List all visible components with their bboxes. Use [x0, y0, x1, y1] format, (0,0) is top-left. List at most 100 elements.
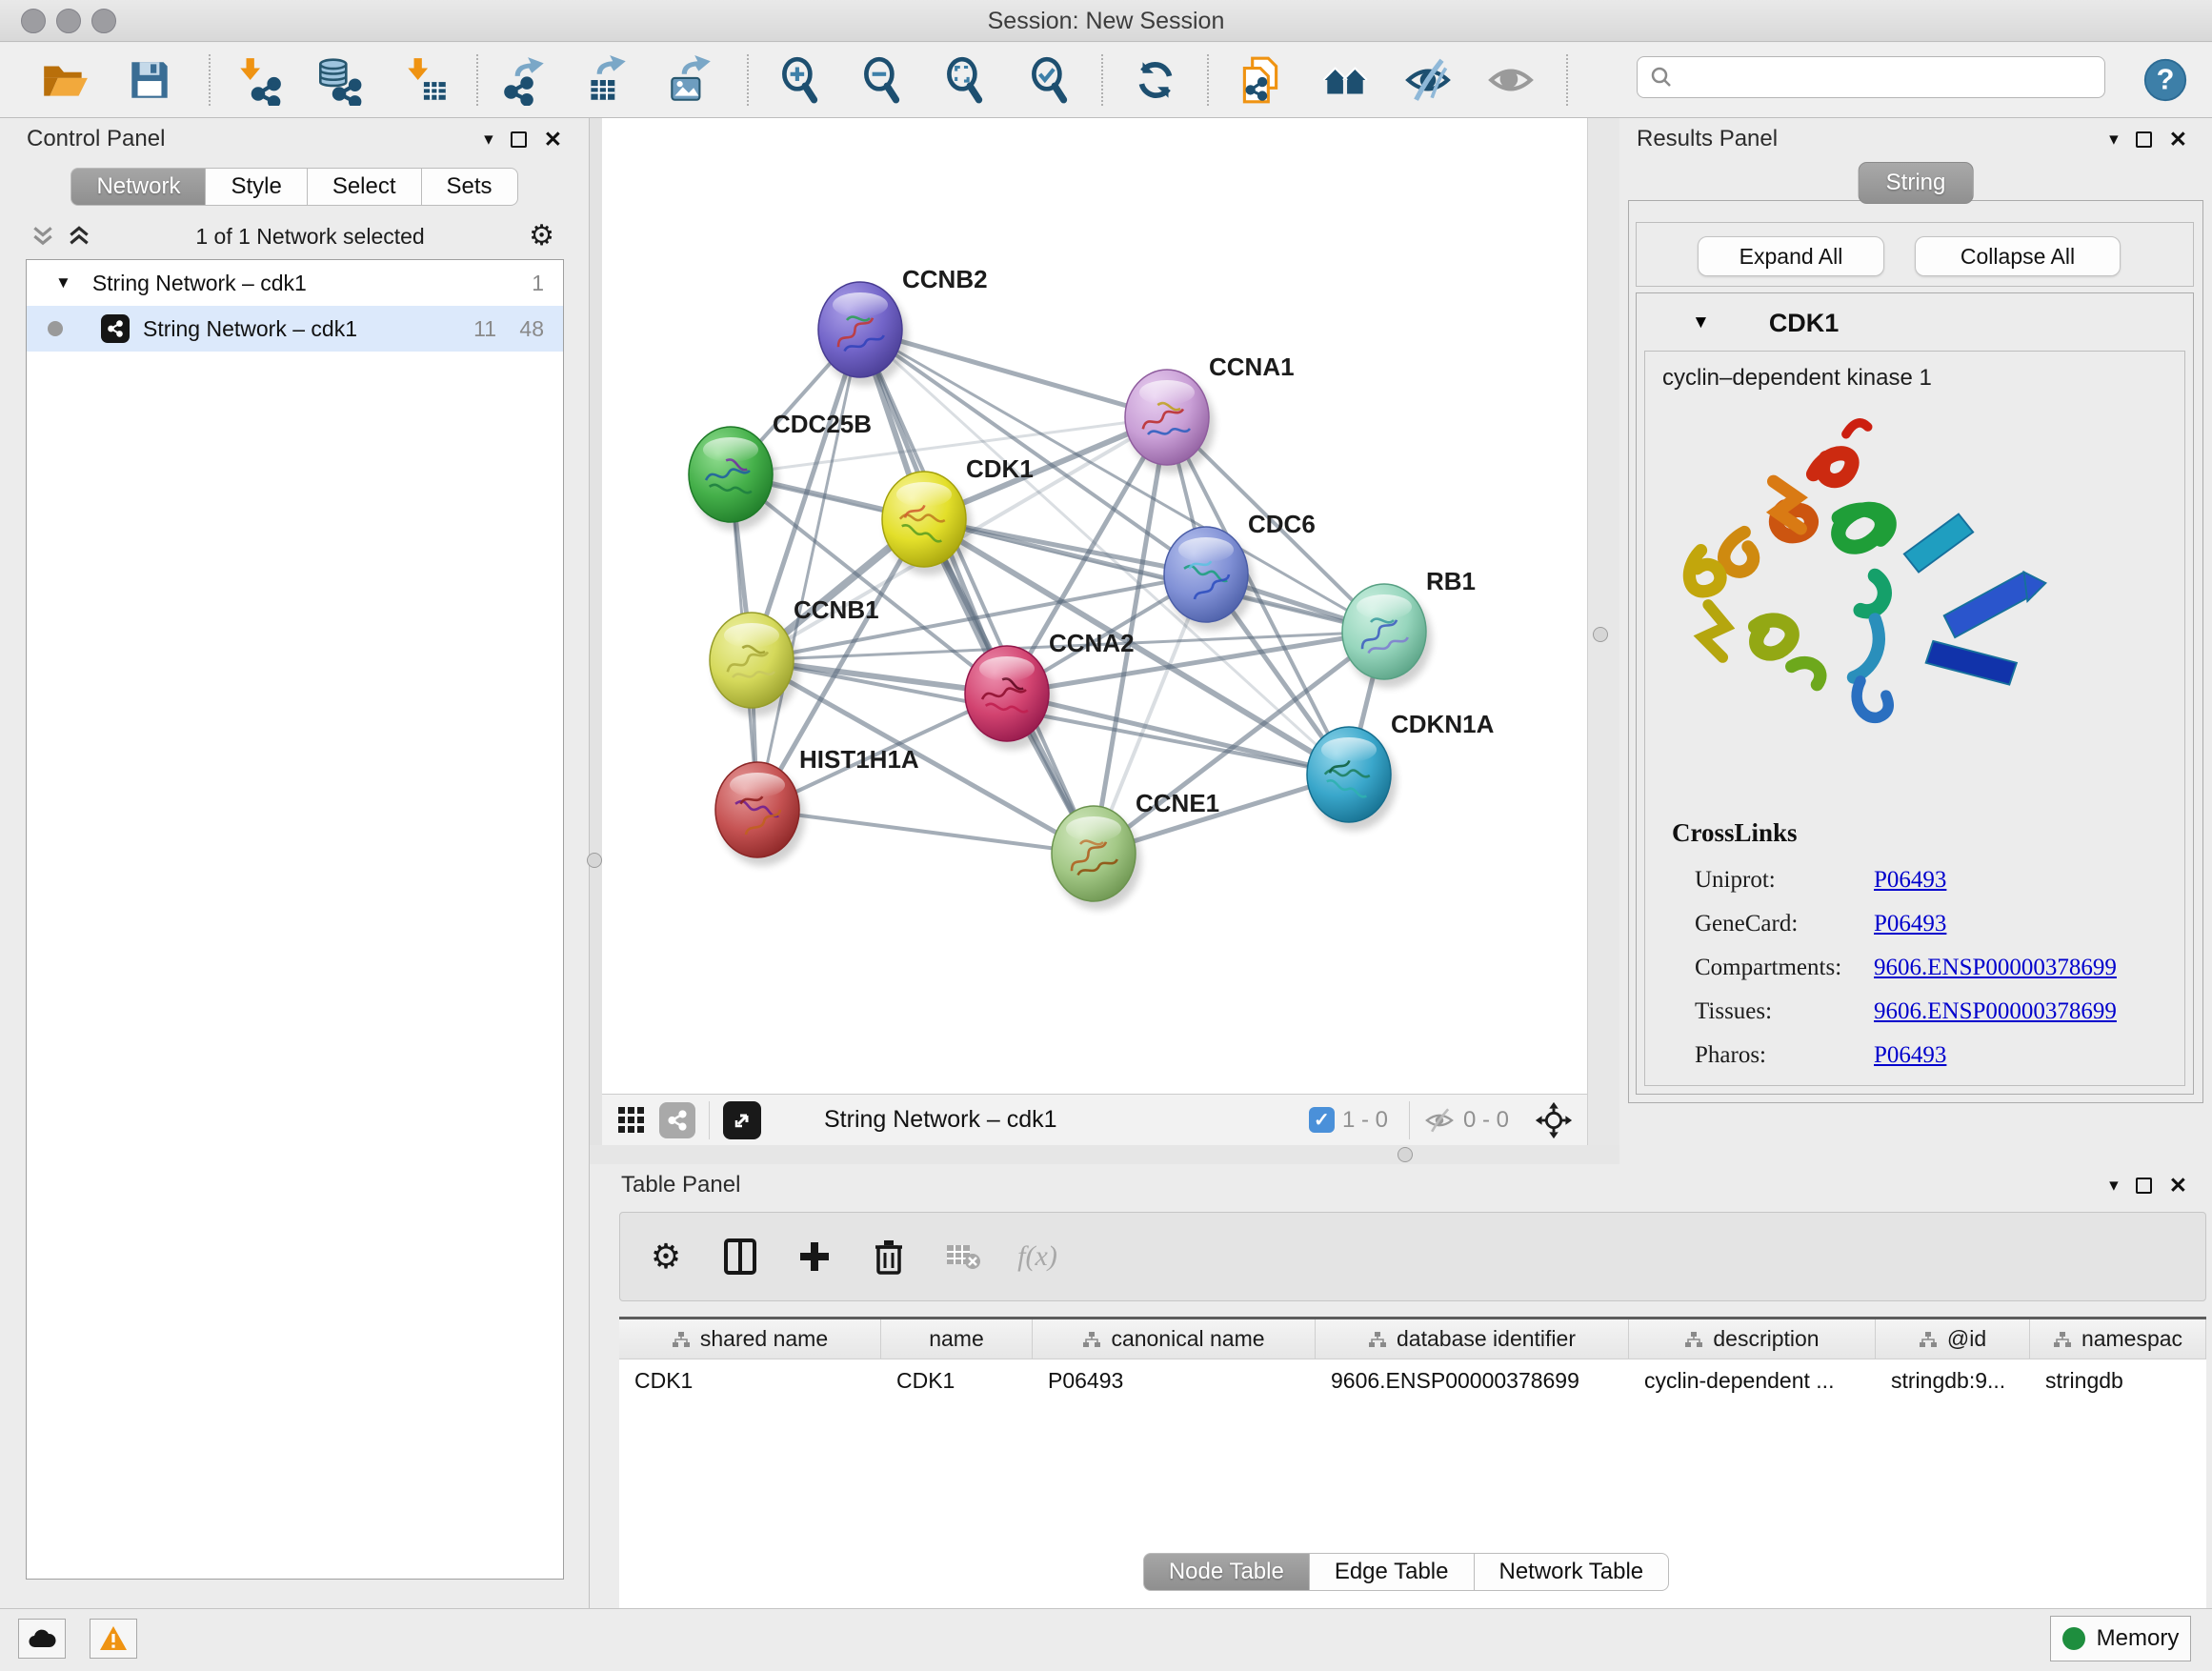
export-network-button[interactable]	[497, 52, 553, 108]
import-network-database-button[interactable]	[311, 52, 366, 108]
network-canvas[interactable]: CCNB2CCNA1CDC25BCDK1CDC6RB1CCNB1CCNA2CDK…	[602, 118, 1587, 1094]
save-session-button[interactable]	[122, 52, 177, 108]
panel-menu-icon[interactable]: ▾	[2109, 1175, 2119, 1197]
network-view-toolbar: String Network – cdk1 ✓ 1 - 0 0 - 0	[602, 1094, 1587, 1145]
network-edge-CCNB2-CCNE1[interactable]	[860, 330, 1094, 854]
hide-selected-button[interactable]	[1400, 52, 1456, 108]
tab-node-table[interactable]: Node Table	[1143, 1553, 1310, 1591]
collapse-all-chevron-icon[interactable]	[30, 224, 55, 249]
zoom-fit-button[interactable]	[937, 52, 993, 108]
apply-layout-button[interactable]	[1128, 52, 1183, 108]
network-node-CDC6[interactable]: CDC6	[1164, 510, 1316, 631]
expand-all-chevron-icon[interactable]	[67, 224, 91, 249]
network-node-HIST1H1A[interactable]: HIST1H1A	[715, 745, 919, 866]
column-header-namespac[interactable]: namespac	[2030, 1319, 2206, 1359]
vertical-splitter-left[interactable]	[590, 118, 602, 1164]
search-input[interactable]	[1674, 65, 2083, 90]
tab-string[interactable]: String	[1859, 162, 1974, 204]
column-header-@id[interactable]: @id	[1876, 1319, 2030, 1359]
add-column-icon[interactable]	[794, 1236, 835, 1278]
column-header-database-identifier[interactable]: database identifier	[1316, 1319, 1629, 1359]
new-network-from-selection-button[interactable]	[1233, 52, 1288, 108]
column-header-description[interactable]: description	[1629, 1319, 1876, 1359]
help-button[interactable]: ?	[2138, 52, 2193, 108]
table-options-gear-icon[interactable]: ⚙	[645, 1236, 687, 1278]
panel-float-icon[interactable]	[511, 131, 527, 148]
crosslink-value-link[interactable]: 9606.ENSP00000378699	[1874, 998, 2117, 1025]
delete-column-trash-icon[interactable]	[868, 1236, 910, 1278]
panel-close-icon[interactable]: ✕	[2169, 1173, 2187, 1198]
panel-close-icon[interactable]: ✕	[544, 127, 562, 152]
panel-menu-icon[interactable]: ▾	[484, 129, 493, 151]
collection-expand-icon[interactable]: ▼	[55, 273, 71, 292]
panel-float-icon[interactable]	[2136, 1178, 2152, 1194]
selected-nodes-checkbox[interactable]: ✓	[1309, 1107, 1335, 1133]
network-graph[interactable]: CCNB2CCNA1CDC25BCDK1CDC6RB1CCNB1CCNA2CDK…	[602, 118, 1587, 1094]
network-node-CCNA1[interactable]: CCNA1	[1125, 352, 1295, 473]
expand-all-button[interactable]: Expand All	[1698, 236, 1884, 276]
network-collection-row[interactable]: ▼ String Network – cdk1 1	[27, 260, 563, 306]
export-table-button[interactable]	[579, 52, 634, 108]
crosslink-value-link[interactable]: P06493	[1874, 867, 1946, 894]
network-edge-CCNB2-HIST1H1A[interactable]	[757, 330, 860, 810]
open-session-button[interactable]	[37, 52, 92, 108]
network-row[interactable]: String Network – cdk1 11 48	[27, 306, 563, 352]
collapse-all-button[interactable]: Collapse All	[1915, 236, 2121, 276]
toolbar-separator	[1207, 54, 1209, 106]
protein-name: CDK1	[1769, 309, 1840, 338]
panel-close-icon[interactable]: ✕	[2169, 127, 2187, 152]
copy-network-icon	[1235, 54, 1286, 106]
network-node-CDK1[interactable]: CDK1	[882, 454, 1034, 575]
cloud-button[interactable]	[18, 1619, 66, 1659]
network-type-icon	[101, 314, 130, 343]
panel-menu-icon[interactable]: ▾	[2109, 129, 2119, 151]
crosslink-value-link[interactable]: 9606.ENSP00000378699	[1874, 955, 2117, 981]
memory-button[interactable]: Memory	[2050, 1616, 2191, 1661]
zoom-in-button[interactable]	[773, 52, 828, 108]
toolbar-separator	[747, 54, 749, 106]
tab-select[interactable]: Select	[308, 168, 422, 206]
show-columns-icon[interactable]	[719, 1236, 761, 1278]
show-all-button[interactable]	[1483, 52, 1538, 108]
network-options-gear-icon[interactable]: ⚙	[529, 222, 554, 251]
two-houses-icon	[1319, 54, 1371, 106]
splitter-handle[interactable]	[1593, 627, 1608, 642]
network-share-view-button[interactable]	[659, 1102, 695, 1138]
network-node-CCNE1[interactable]: CCNE1	[1052, 789, 1219, 910]
crosslink-value-link[interactable]: P06493	[1874, 911, 1946, 937]
tab-network[interactable]: Network	[70, 168, 206, 206]
search-field[interactable]	[1637, 56, 2105, 98]
network-node-CDKN1A[interactable]: CDKN1A	[1307, 710, 1495, 831]
network-edge-HIST1H1A-CCNE1[interactable]	[757, 810, 1094, 854]
tab-sets[interactable]: Sets	[422, 168, 518, 206]
select-first-neighbors-button[interactable]	[1317, 52, 1373, 108]
splitter-handle[interactable]	[1398, 1147, 1413, 1162]
export-image-button[interactable]	[662, 52, 717, 108]
tab-network-table[interactable]: Network Table	[1475, 1553, 1670, 1591]
center-view-crosshair-icon[interactable]	[1534, 1100, 1574, 1140]
tab-style[interactable]: Style	[206, 168, 307, 206]
zoom-out-button[interactable]	[855, 52, 910, 108]
section-collapse-icon[interactable]: ▼	[1692, 312, 1710, 333]
warnings-button[interactable]	[90, 1619, 137, 1659]
protein-section-header[interactable]: ▼ CDK1	[1637, 301, 2193, 345]
column-header-shared-name[interactable]: shared name	[619, 1319, 881, 1359]
export-network-icon	[499, 54, 551, 106]
zoom-selected-button[interactable]	[1022, 52, 1077, 108]
network-node-RB1[interactable]: RB1	[1342, 567, 1476, 688]
grid-view-icon[interactable]	[617, 1106, 646, 1135]
tab-edge-table[interactable]: Edge Table	[1310, 1553, 1475, 1591]
import-network-file-button[interactable]	[231, 52, 286, 108]
import-table-button[interactable]	[398, 52, 453, 108]
crosslink-value-link[interactable]: P06493	[1874, 1042, 1946, 1069]
column-header-canonical-name[interactable]: canonical name	[1033, 1319, 1316, 1359]
column-type-icon	[1368, 1331, 1387, 1348]
node-label-HIST1H1A: HIST1H1A	[799, 745, 919, 774]
panel-float-icon[interactable]	[2136, 131, 2152, 148]
protein-details: cyclin–dependent kinase 1	[1644, 351, 2185, 1086]
column-header-name[interactable]: name	[881, 1319, 1033, 1359]
splitter-handle[interactable]	[587, 853, 602, 868]
table-row[interactable]: CDK1CDK1P064939606.ENSP00000378699cyclin…	[619, 1359, 2206, 1401]
birds-eye-view-button[interactable]	[723, 1101, 761, 1139]
hidden-eye-slash-icon[interactable]	[1423, 1106, 1456, 1135]
